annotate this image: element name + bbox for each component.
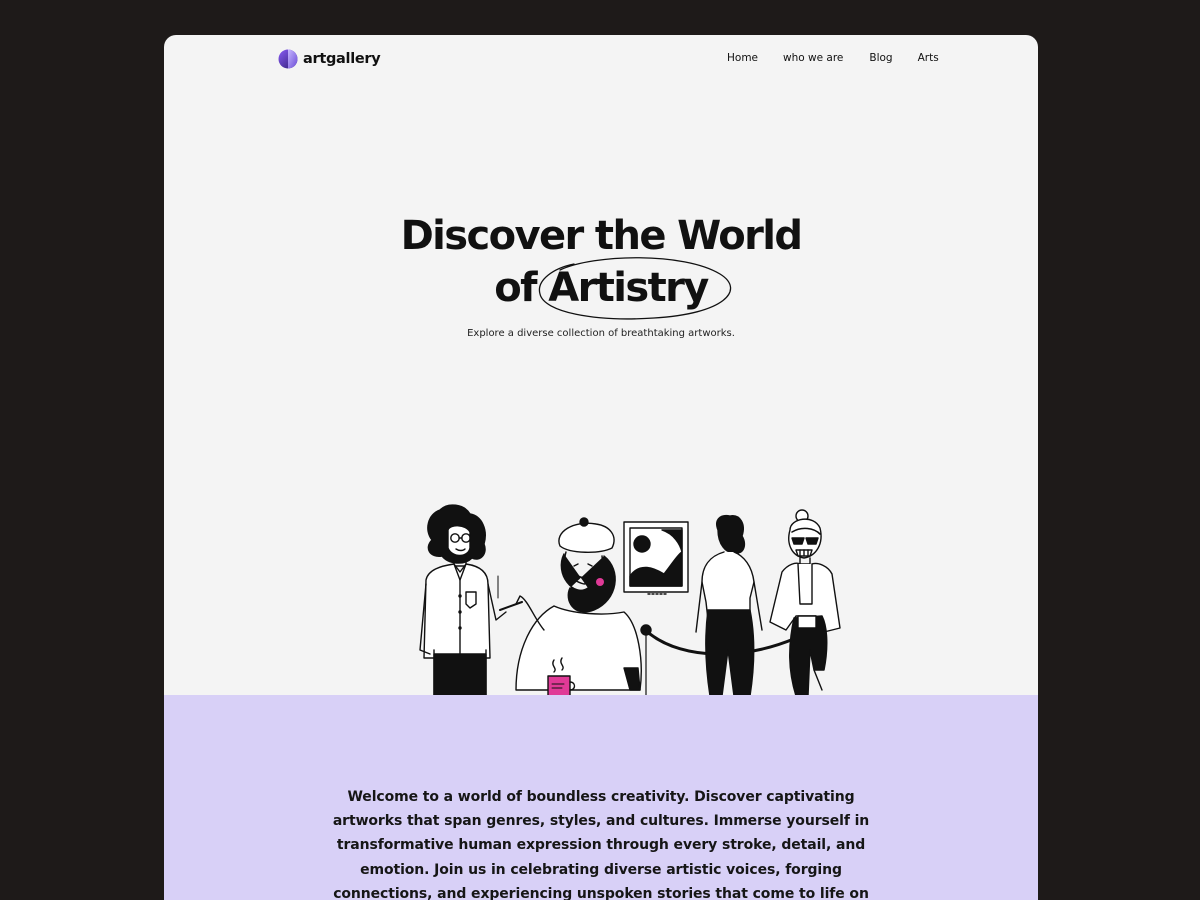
person-sunglasses-woman-illustration [769, 509, 841, 696]
hero-highlight: Artistry [539, 257, 732, 320]
top-navigation: artgallery Home who we are Blog Arts [164, 35, 1038, 85]
hero-title-line-2: of Artistry [164, 257, 1038, 320]
gallery-visitors-illustration [419, 504, 841, 696]
person-curly-hair-illustration [419, 504, 523, 696]
hero-title-line-1: Discover the World [400, 213, 803, 259]
nav-link-blog[interactable]: Blog [869, 51, 892, 65]
hero-title: Discover the World of Artistry [164, 210, 1038, 320]
wall-artwork-frame [623, 521, 689, 595]
nav-link-who-we-are[interactable]: who we are [783, 51, 843, 65]
gradient-circle-logo-icon [278, 49, 298, 69]
person-back-view-illustration [695, 514, 763, 696]
hero-highlight-text: Artistry [548, 265, 709, 311]
nav-link-home[interactable]: Home [727, 51, 758, 65]
nav-links: Home who we are Blog Arts [727, 51, 939, 65]
hero-title-prefix: of [494, 265, 537, 311]
brand-logo-link[interactable]: artgallery [278, 48, 381, 70]
nav-link-arts[interactable]: Arts [918, 51, 939, 65]
about-section: Welcome to a world of boundless creativi… [164, 695, 1038, 900]
welcome-paragraph: Welcome to a world of boundless creativi… [332, 789, 870, 900]
hero-subtitle: Explore a diverse collection of breathta… [467, 328, 735, 339]
brand-name: artgallery [303, 51, 381, 67]
page-card: artgallery Home who we are Blog Arts Dis… [164, 35, 1038, 900]
